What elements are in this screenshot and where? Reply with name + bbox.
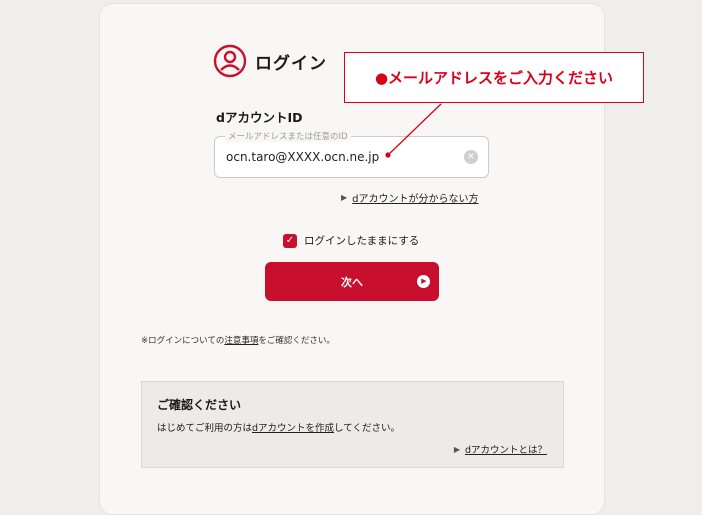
play-triangle-icon: ▶ (341, 193, 348, 202)
notice-link[interactable]: 注意事項 (224, 336, 258, 346)
notice-text: ※ログインについての注意事項をご確認ください。 (141, 334, 335, 346)
confirm-panel: ご確認ください はじめてご利用の方はdアカウントを作成してください。 ▶ dアカ… (141, 381, 564, 468)
confirm-title: ご確認ください (157, 398, 242, 412)
play-triangle-icon: ▶ (453, 444, 460, 454)
confirm-text-prefix: はじめてご利用の方は (157, 423, 253, 434)
account-id-input[interactable]: メールアドレスまたは任意のID ocn.taro@XXXX.ocn.ne.jp … (214, 130, 489, 178)
input-value: ocn.taro@XXXX.ocn.ne.jp (226, 150, 380, 164)
about-account[interactable]: ▶ dアカウントとは？ (453, 442, 547, 457)
remember-login[interactable]: ✓ ログインしたままにする (283, 233, 419, 248)
page-title: ログイン (255, 53, 327, 74)
about-account-link[interactable]: dアカウントとは？ (465, 442, 547, 456)
notice-prefix: ※ログインについての (141, 336, 225, 346)
notice-suffix: をご確認ください。 (258, 336, 335, 346)
forgot-account[interactable]: ▶ dアカウントが分からない方 (341, 190, 479, 205)
next-button[interactable]: 次へ ▶ (265, 262, 439, 301)
forgot-account-link[interactable]: dアカウントが分からない方 (352, 190, 478, 205)
arrow-right-circle-icon: ▶ (417, 275, 430, 288)
login-header: ログイン (213, 44, 327, 78)
clear-icon[interactable]: ✕ (464, 150, 478, 164)
confirm-text-suffix: してください。 (334, 423, 400, 434)
input-legend: メールアドレスまたは任意のID (225, 130, 351, 142)
checkbox-checked-icon[interactable]: ✓ (283, 233, 297, 248)
account-id-label: dアカウントID (216, 110, 303, 125)
instruction-callout: ●メールアドレスをご入力ください (344, 52, 644, 103)
confirm-text: はじめてご利用の方はdアカウントを作成してください。 (157, 420, 400, 434)
user-icon (213, 44, 247, 78)
create-account-link[interactable]: dアカウントを作成 (252, 423, 334, 434)
next-button-label: 次へ (341, 275, 363, 289)
remember-label: ログインしたままにする (304, 235, 420, 247)
